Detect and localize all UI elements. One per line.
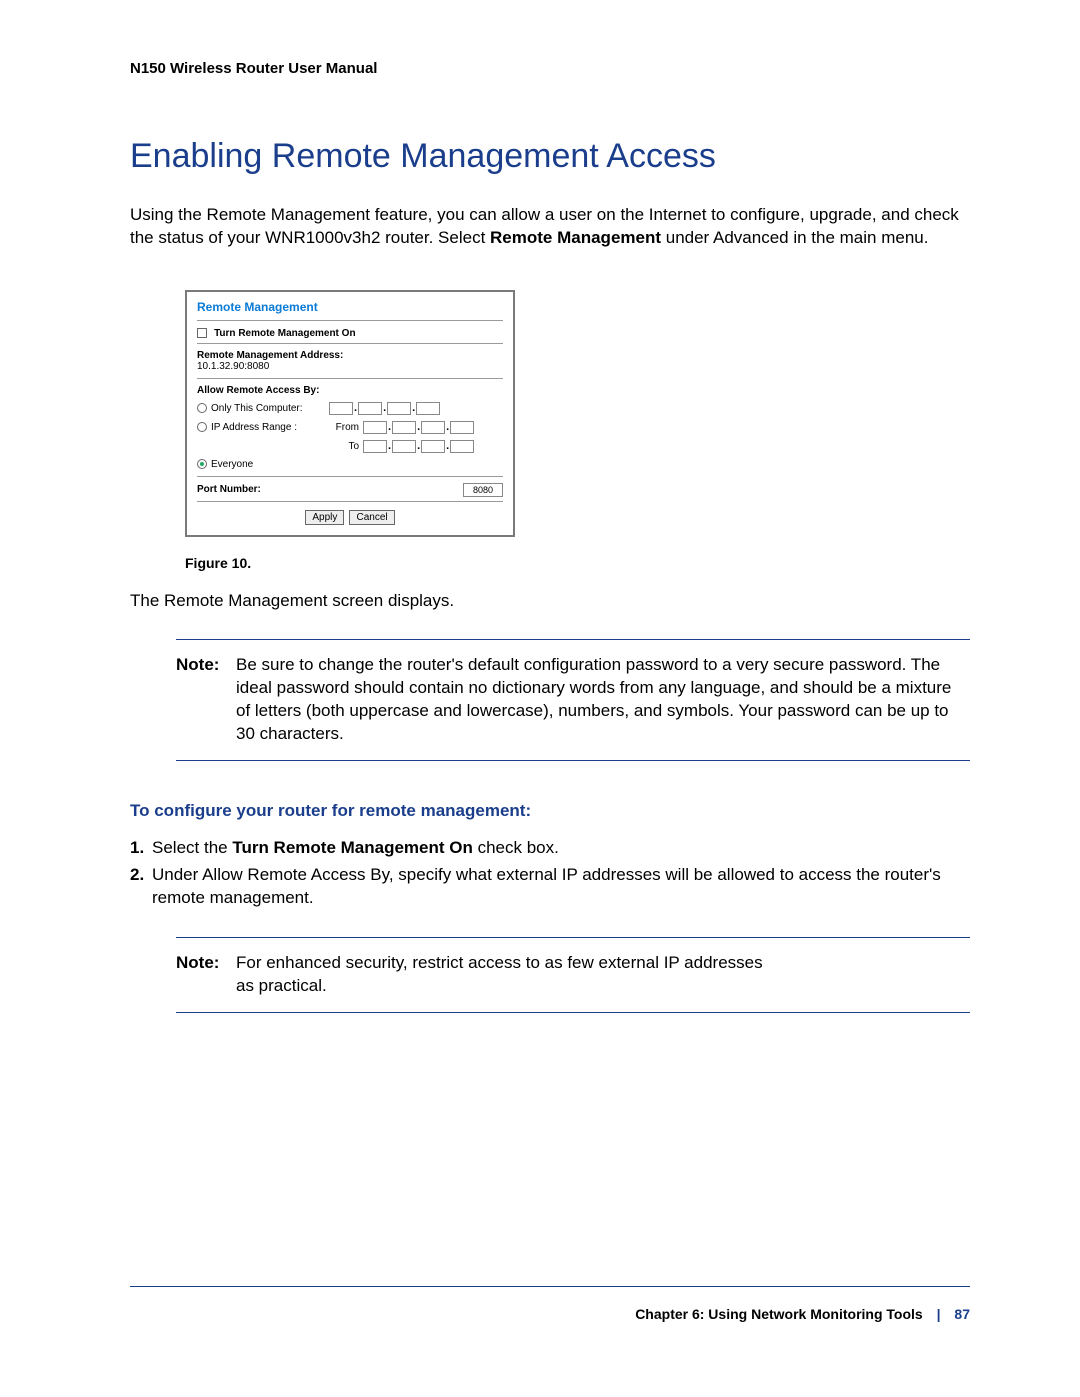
ip-octet-input[interactable]: [416, 402, 440, 415]
body-line: The Remote Management screen displays.: [130, 591, 970, 611]
port-input[interactable]: 8080: [463, 483, 503, 497]
step-post: check box.: [473, 838, 559, 857]
figure-caption: Figure 10.: [185, 555, 970, 571]
note-label: Note:: [176, 952, 236, 998]
turn-on-label: Turn Remote Management On: [214, 328, 356, 339]
only-this-row: Only This Computer: . . .: [197, 402, 503, 415]
step-bold: Turn Remote Management On: [232, 838, 473, 857]
step-pre: Under Allow Remote Access By, specify wh…: [152, 865, 941, 907]
note-block-1: Note: Be sure to change the router's def…: [176, 639, 970, 761]
ip-range-row: IP Address Range : From . . .: [197, 421, 503, 434]
cancel-button[interactable]: Cancel: [349, 510, 394, 525]
only-this-radio[interactable]: [197, 403, 207, 413]
ip-octet-input[interactable]: [358, 402, 382, 415]
note-label: Note:: [176, 654, 236, 746]
turn-on-checkbox[interactable]: [197, 328, 207, 338]
footer-separator: |: [937, 1306, 941, 1322]
to-label: To: [329, 441, 359, 452]
footer-page-number: 87: [954, 1306, 970, 1322]
step-number: 1.: [130, 837, 152, 860]
ip-octet-input[interactable]: [329, 402, 353, 415]
step-item: 2. Under Allow Remote Access By, specify…: [130, 864, 970, 910]
ip-range-label: IP Address Range :: [211, 422, 329, 433]
note2-line1: For enhanced security, restrict access t…: [236, 953, 763, 972]
ip-range-radio[interactable]: [197, 422, 207, 432]
ip-octet-input[interactable]: [363, 421, 387, 434]
footer-rule: [130, 1286, 970, 1287]
from-label: From: [329, 422, 359, 433]
everyone-row: Everyone: [197, 459, 503, 470]
ip-octet-input[interactable]: [363, 440, 387, 453]
panel-title: Remote Management: [197, 300, 503, 314]
address-value: 10.1.32.90:8080: [197, 361, 503, 372]
everyone-label: Everyone: [211, 459, 253, 470]
allow-label: Allow Remote Access By:: [197, 385, 503, 396]
ip-octet-input[interactable]: [392, 421, 416, 434]
address-label: Remote Management Address:: [197, 350, 503, 361]
note-block-2: Note: For enhanced security, restrict ac…: [176, 937, 970, 1013]
ip-octet-input[interactable]: [450, 421, 474, 434]
section-title: Enabling Remote Management Access: [130, 137, 970, 176]
ip-octet-input[interactable]: [387, 402, 411, 415]
note-body: For enhanced security, restrict access t…: [236, 952, 970, 998]
step-item: 1. Select the Turn Remote Management On …: [130, 837, 970, 860]
intro-bold: Remote Management: [490, 228, 661, 247]
everyone-radio[interactable]: [197, 459, 207, 469]
note2-line2: as practical.: [236, 976, 327, 995]
ip-octet-input[interactable]: [421, 421, 445, 434]
ip-octet-input[interactable]: [450, 440, 474, 453]
ip-octet-input[interactable]: [392, 440, 416, 453]
footer-chapter: Chapter 6: Using Network Monitoring Tool…: [635, 1306, 923, 1322]
document-header: N150 Wireless Router User Manual: [130, 60, 970, 77]
page-footer: Chapter 6: Using Network Monitoring Tool…: [635, 1306, 970, 1322]
intro-post: under Advanced in the main menu.: [661, 228, 928, 247]
remote-management-panel: Remote Management Turn Remote Management…: [185, 290, 515, 537]
apply-button[interactable]: Apply: [305, 510, 344, 525]
procedure-subhead: To configure your router for remote mana…: [130, 801, 970, 821]
port-label: Port Number:: [197, 484, 261, 495]
steps-list: 1. Select the Turn Remote Management On …: [130, 837, 970, 910]
ip-range-to-row: To . . .: [329, 440, 503, 453]
note-body: Be sure to change the router's default c…: [236, 654, 970, 746]
step-number: 2.: [130, 864, 152, 910]
intro-paragraph: Using the Remote Management feature, you…: [130, 204, 970, 250]
ip-octet-input[interactable]: [421, 440, 445, 453]
only-this-label: Only This Computer:: [211, 403, 329, 414]
step-pre: Select the: [152, 838, 232, 857]
